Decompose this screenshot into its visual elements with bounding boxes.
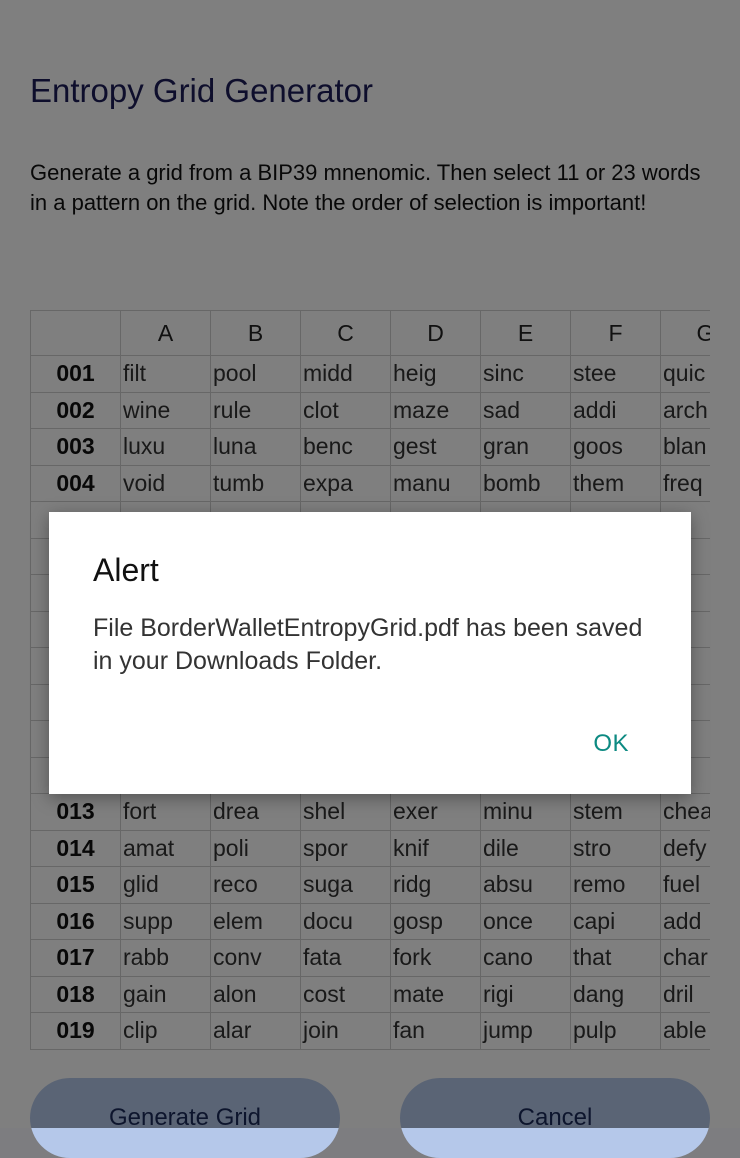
alert-dialog: Alert File BorderWalletEntropyGrid.pdf h… xyxy=(49,512,691,794)
alert-message: File BorderWalletEntropyGrid.pdf has bee… xyxy=(93,614,643,675)
alert-title: Alert xyxy=(93,552,159,588)
ok-button[interactable]: OK xyxy=(593,730,629,758)
